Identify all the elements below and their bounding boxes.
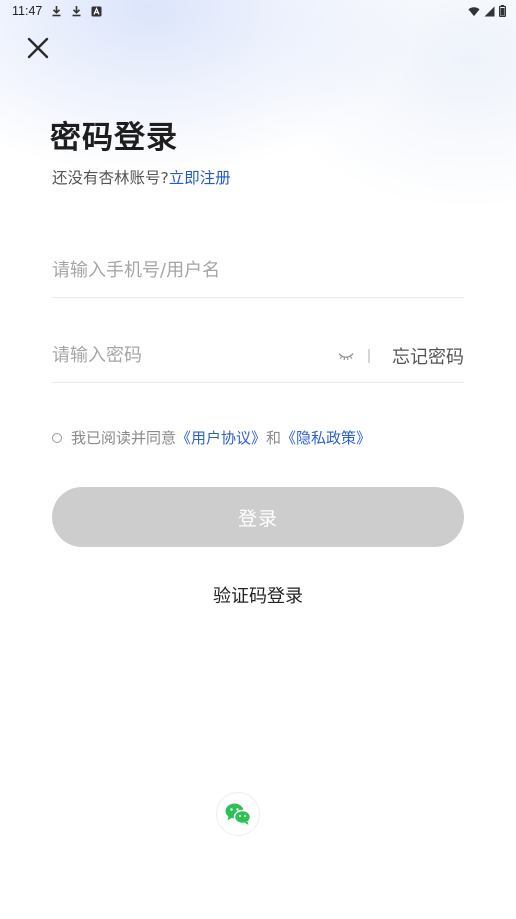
user-agreement-link[interactable]: 《用户协议》 xyxy=(176,427,266,448)
register-prompt: 还没有杏林账号?立即注册 xyxy=(52,166,231,188)
status-right xyxy=(468,5,506,17)
cellular-signal-icon xyxy=(483,5,495,17)
register-prompt-text: 还没有杏林账号? xyxy=(52,169,169,187)
close-button[interactable] xyxy=(24,34,52,62)
wifi-icon xyxy=(468,5,480,17)
wechat-icon xyxy=(224,802,252,826)
status-bar: 11:47 xyxy=(0,0,516,22)
download-icon xyxy=(70,5,82,17)
privacy-policy-link[interactable]: 《隐私政策》 xyxy=(281,427,371,448)
password-field: 忘记密码 xyxy=(52,329,464,383)
agreement-conjunction: 和 xyxy=(266,429,282,447)
password-input[interactable] xyxy=(52,335,336,376)
agreement-row: 我已阅读并同意 《用户协议》 和 《隐私政策》 xyxy=(52,427,371,448)
status-time: 11:47 xyxy=(12,4,43,18)
close-icon xyxy=(27,37,49,59)
page-title: 密码登录 xyxy=(50,120,178,156)
eye-closed-icon xyxy=(338,351,354,361)
wechat-login-button[interactable] xyxy=(216,792,260,836)
agreement-checkbox[interactable] xyxy=(52,432,62,443)
download-icon xyxy=(50,5,62,17)
toggle-password-visibility-button[interactable] xyxy=(336,349,356,363)
status-left: 11:47 xyxy=(12,4,102,18)
agreement-prefix: 我已阅读并同意 xyxy=(71,429,177,447)
field-divider xyxy=(368,348,370,363)
register-link[interactable]: 立即注册 xyxy=(169,169,231,187)
forgot-password-link[interactable]: 忘记密码 xyxy=(392,343,464,369)
login-button[interactable]: 登录 xyxy=(52,487,464,547)
battery-icon xyxy=(498,5,506,17)
username-field xyxy=(52,244,464,298)
username-input[interactable] xyxy=(52,250,464,291)
notification-a-icon xyxy=(90,5,102,17)
verification-code-login-link[interactable]: 验证码登录 xyxy=(0,582,516,608)
